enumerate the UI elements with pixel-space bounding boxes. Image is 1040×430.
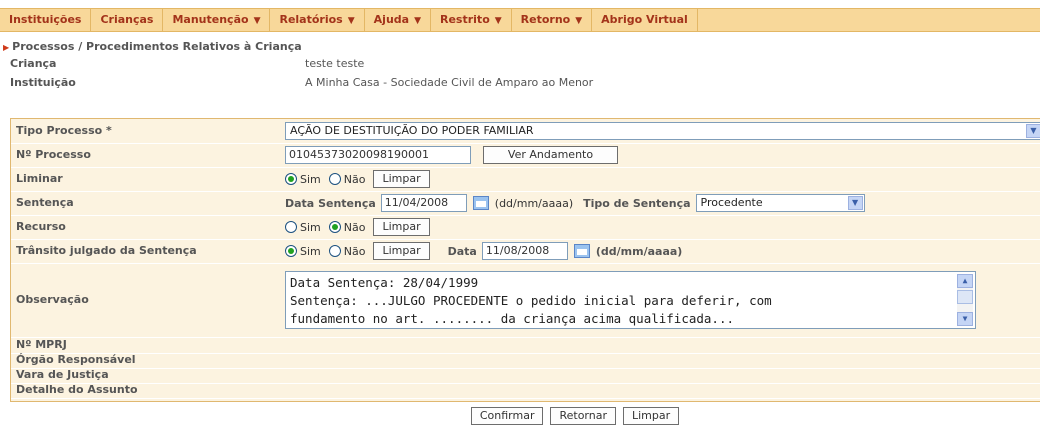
data-transito-input[interactable]: 11/08/2008 bbox=[481, 242, 568, 260]
vara-label: Vara de Justiça bbox=[16, 368, 109, 381]
transito-nao-label: Não bbox=[343, 244, 366, 258]
textarea-scrollbar[interactable]: ▲ ▼ bbox=[957, 274, 973, 326]
crianca-value: teste teste bbox=[305, 57, 365, 70]
recurso-sim-label: Sim bbox=[300, 220, 321, 234]
date-format-hint-bold: (dd/mm/aaaa) bbox=[595, 244, 683, 258]
orgao-label: Órgão Responsável bbox=[16, 353, 136, 366]
tipo-processo-label: Tipo Processo * bbox=[16, 124, 112, 137]
confirmar-button[interactable]: Confirmar bbox=[470, 407, 544, 425]
tipo-sentenca-value: Procedente bbox=[700, 196, 763, 209]
row-transito: Trânsito julgado da Sentença Sim Não Lim… bbox=[11, 239, 1040, 264]
liminar-label: Liminar bbox=[16, 172, 63, 185]
data-sentenca-label: Data Sentença bbox=[285, 196, 376, 210]
menu-retorno[interactable]: Retorno ▼ bbox=[512, 9, 593, 31]
limpar-button[interactable]: Limpar bbox=[623, 407, 680, 425]
menu-relatorios[interactable]: Relatórios ▼ bbox=[270, 9, 365, 31]
main-menu: Instituições Crianças Manutenção ▼ Relató… bbox=[0, 8, 1040, 32]
row-liminar: Liminar Sim Não Limpar bbox=[11, 167, 1040, 192]
transito-sim-radio[interactable] bbox=[285, 245, 297, 257]
menu-abrigo-virtual[interactable]: Abrigo Virtual bbox=[592, 9, 698, 31]
calendar-icon[interactable] bbox=[472, 196, 489, 210]
chevron-down-icon[interactable]: ▼ bbox=[847, 196, 863, 210]
scroll-up-icon[interactable]: ▲ bbox=[957, 274, 973, 288]
liminar-sim-radio[interactable] bbox=[285, 173, 297, 185]
menu-ajuda[interactable]: Ajuda ▼ bbox=[365, 9, 431, 31]
data-sentenca-input[interactable]: 11/04/2008 bbox=[380, 194, 467, 212]
sentenca-label: Sentença bbox=[16, 196, 74, 209]
recurso-sim-radio[interactable] bbox=[285, 221, 297, 233]
caret-down-icon: ▼ bbox=[253, 16, 261, 26]
date-format-hint: (dd/mm/aaaa) bbox=[494, 196, 574, 210]
scroll-thumb[interactable] bbox=[957, 290, 973, 304]
row-numero-processo: Nº Processo 01045373020098190001 Ver And… bbox=[11, 143, 1040, 168]
numero-processo-input[interactable]: 01045373020098190001 bbox=[285, 146, 471, 164]
arrow-right-icon: ▶ bbox=[3, 43, 10, 52]
menu-restrito[interactable]: Restrito ▼ bbox=[431, 9, 512, 31]
chevron-down-icon[interactable]: ▼ bbox=[1026, 124, 1040, 138]
caret-down-icon: ▼ bbox=[414, 16, 421, 26]
instituicao-value: A Minha Casa - Sociedade Civil de Amparo… bbox=[305, 76, 594, 89]
tipo-sentenca-select[interactable]: Procedente ▼ bbox=[695, 194, 865, 212]
caret-down-icon: ▼ bbox=[494, 16, 502, 26]
recurso-nao-radio[interactable] bbox=[328, 221, 341, 233]
instituicao-label: Instituição bbox=[10, 76, 76, 89]
row-sentenca: Sentença Data Sentença 11/04/2008 (dd/mm… bbox=[11, 191, 1040, 216]
mprj-label: Nº MPRJ bbox=[16, 338, 67, 351]
transito-sim-label: Sim bbox=[300, 244, 321, 258]
menu-criancas[interactable]: Crianças bbox=[91, 9, 164, 31]
row-recurso: Recurso Sim Não Limpar bbox=[11, 215, 1040, 240]
form-actions: Confirmar Retornar Limpar bbox=[0, 407, 1040, 425]
ver-andamento-button[interactable]: Ver Andamento bbox=[483, 146, 618, 164]
observacao-label: Observação bbox=[16, 293, 89, 306]
breadcrumb-text: Processos / Procedimentos Relativos à Cr… bbox=[12, 40, 302, 53]
caret-down-icon: ▼ bbox=[575, 16, 583, 26]
liminar-sim-label: Sim bbox=[300, 172, 321, 186]
liminar-nao-label: Não bbox=[343, 172, 366, 186]
observacao-line: Data Sentença: 28/04/1999 bbox=[290, 275, 479, 290]
recurso-label: Recurso bbox=[16, 220, 66, 233]
data-transito-label: Data bbox=[447, 244, 477, 258]
breadcrumb: ▶ Processos / Procedimentos Relativos à C… bbox=[3, 40, 302, 53]
liminar-nao-radio[interactable] bbox=[328, 173, 341, 185]
header-instituicao-row: Instituição A Minha Casa - Sociedade Civ… bbox=[0, 76, 1040, 92]
detalhe-label: Detalhe do Assunto bbox=[16, 383, 138, 396]
transito-nao-radio[interactable] bbox=[328, 245, 341, 257]
calendar-icon[interactable] bbox=[573, 244, 590, 258]
tipo-processo-select[interactable]: AÇÃO DE DESTITUIÇÃO DO PODER FAMILIAR ▼ bbox=[285, 122, 1040, 140]
observacao-textarea[interactable]: Data Sentença: 28/04/1999 Sentença: ...J… bbox=[285, 271, 976, 329]
numero-processo-label: Nº Processo bbox=[16, 148, 91, 161]
process-form: Tipo Processo * AÇÃO DE DESTITUIÇÃO DO P… bbox=[10, 118, 1040, 402]
row-tipo-processo: Tipo Processo * AÇÃO DE DESTITUIÇÃO DO P… bbox=[11, 119, 1040, 144]
retornar-button[interactable]: Retornar bbox=[550, 407, 616, 425]
recurso-limpar-button[interactable]: Limpar bbox=[373, 218, 430, 236]
scroll-down-icon[interactable]: ▼ bbox=[957, 312, 973, 326]
observacao-line: Sentença: ...JULGO PROCEDENTE o pedido i… bbox=[290, 293, 772, 308]
observacao-line: fundamento no art. ........ da criança a… bbox=[290, 311, 735, 326]
recurso-nao-label: Não bbox=[343, 220, 366, 234]
transito-label: Trânsito julgado da Sentença bbox=[16, 244, 197, 257]
row-detalhe: Detalhe do Assunto bbox=[11, 382, 1040, 399]
caret-down-icon: ▼ bbox=[347, 16, 355, 26]
menu-instituicoes[interactable]: Instituições bbox=[0, 9, 92, 31]
menu-manutencao[interactable]: Manutenção ▼ bbox=[163, 9, 271, 31]
crianca-label: Criança bbox=[10, 57, 57, 70]
header-crianca-row: Criança teste teste bbox=[0, 57, 1040, 73]
tipo-sentenca-label: Tipo de Sentença bbox=[583, 196, 691, 210]
transito-limpar-button[interactable]: Limpar bbox=[373, 242, 430, 260]
liminar-limpar-button[interactable]: Limpar bbox=[373, 170, 430, 188]
tipo-processo-value: AÇÃO DE DESTITUIÇÃO DO PODER FAMILIAR bbox=[290, 124, 534, 137]
